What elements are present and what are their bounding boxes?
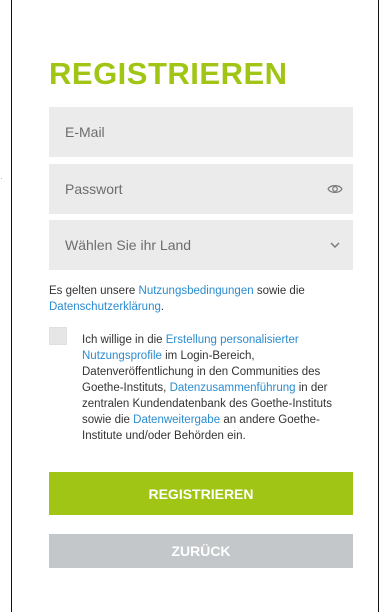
registration-page: · REGISTRIEREN E-Mail Passwort Wählen Si… (0, 0, 382, 612)
country-select[interactable]: Wählen Sie ihr Land (49, 220, 353, 270)
email-field[interactable]: E-Mail (49, 107, 353, 157)
frame-border-right (378, 0, 379, 612)
data-transfer-link[interactable]: Datenweitergabe (133, 414, 220, 426)
country-placeholder: Wählen Sie ihr Land (65, 237, 192, 253)
password-field[interactable]: Passwort (49, 164, 353, 214)
terms-of-use-link[interactable]: Nutzungsbedingungen (139, 285, 254, 297)
password-placeholder: Passwort (65, 181, 123, 197)
consent-text: Ich willige in die Erstellung personalis… (82, 332, 354, 444)
terms-notice: Es gelten unsere Nutzungsbedingungen sow… (49, 283, 353, 315)
chevron-down-icon (317, 241, 353, 249)
consent-checkbox[interactable] (49, 327, 67, 345)
eye-icon[interactable] (317, 183, 353, 195)
register-button[interactable]: REGISTRIEREN (49, 472, 353, 515)
email-placeholder: E-Mail (65, 124, 105, 140)
frame-border-left (11, 0, 12, 612)
terms-middle: sowie die (256, 285, 305, 297)
page-title: REGISTRIEREN (49, 56, 288, 91)
back-button[interactable]: ZURÜCK (49, 534, 353, 568)
edge-marker: · (0, 174, 3, 183)
terms-prefix: Es gelten unsere (49, 285, 136, 297)
terms-suffix: . (160, 301, 165, 313)
consent-part-1: Ich willige in die (82, 334, 163, 346)
data-merging-link[interactable]: Datenzusammenführung (170, 382, 296, 394)
privacy-policy-link[interactable]: Datenschutzerklärung (49, 301, 161, 313)
